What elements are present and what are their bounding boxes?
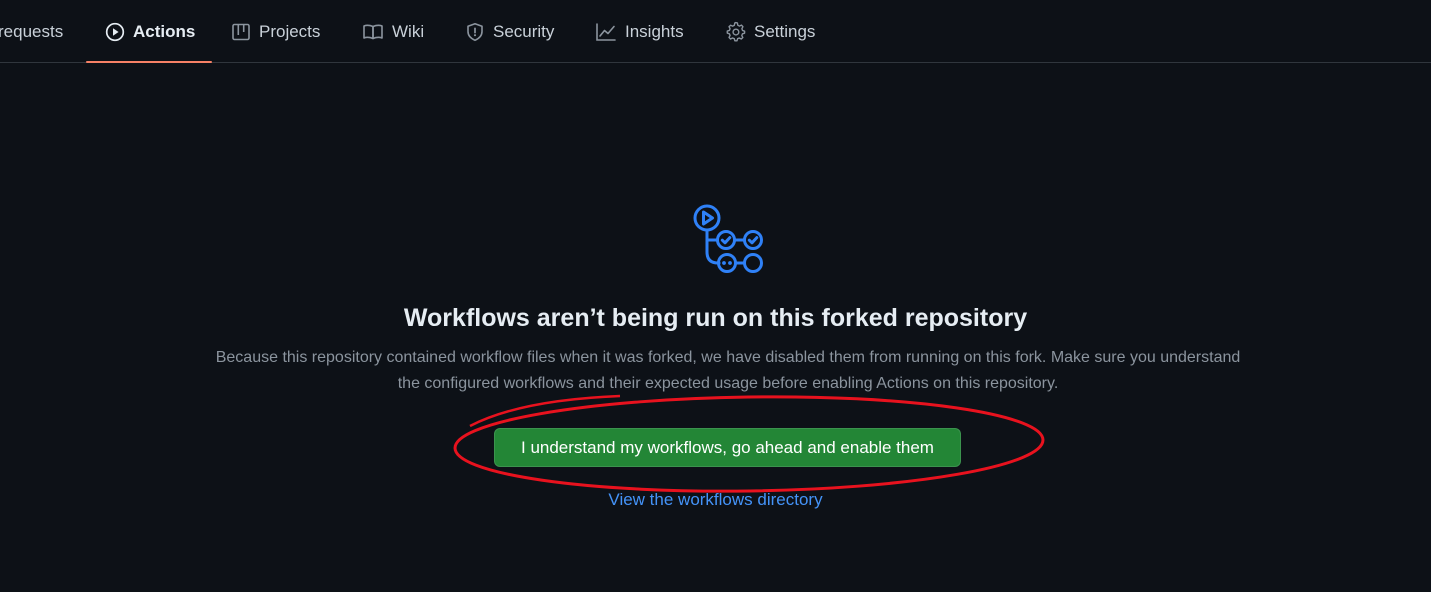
tab-label: requests [0,21,64,41]
workflow-icon [690,203,766,277]
page-title: Workflows aren’t being run on this forke… [403,304,1028,332]
tab-label: Security [493,21,555,41]
shield-icon [465,22,485,42]
tab-insights[interactable]: Insights [595,0,684,63]
tab-projects[interactable]: Projects [231,0,320,63]
table-icon [231,22,251,42]
repo-nav: requests Actions Projects Wiki Security … [0,0,1431,63]
tab-label: Actions [133,21,196,41]
workflows-link-wrapper: View the workflows directory [0,490,1431,510]
graph-icon [595,22,617,42]
tab-pull-requests[interactable]: requests [0,0,63,63]
tab-security[interactable]: Security [465,0,554,63]
highlight-ellipse-overlap [469,394,621,428]
tab-actions[interactable]: Actions [105,0,195,63]
tab-label: Wiki [392,21,425,41]
tab-settings[interactable]: Settings [725,0,815,63]
tab-label: Settings [754,21,816,41]
play-icon [105,22,125,42]
disabled-workflows-description: Because this repository contained workfl… [215,349,1241,392]
active-tab-indicator [86,61,212,63]
tab-wiki[interactable]: Wiki [362,0,424,63]
gear-icon [725,21,746,42]
tab-label: Projects [259,21,321,41]
book-icon [362,22,384,42]
view-workflows-directory-link[interactable]: View the workflows directory [608,490,822,509]
tab-label: Insights [625,21,684,41]
enable-workflows-button[interactable]: I understand my workflows, go ahead and … [494,428,961,467]
